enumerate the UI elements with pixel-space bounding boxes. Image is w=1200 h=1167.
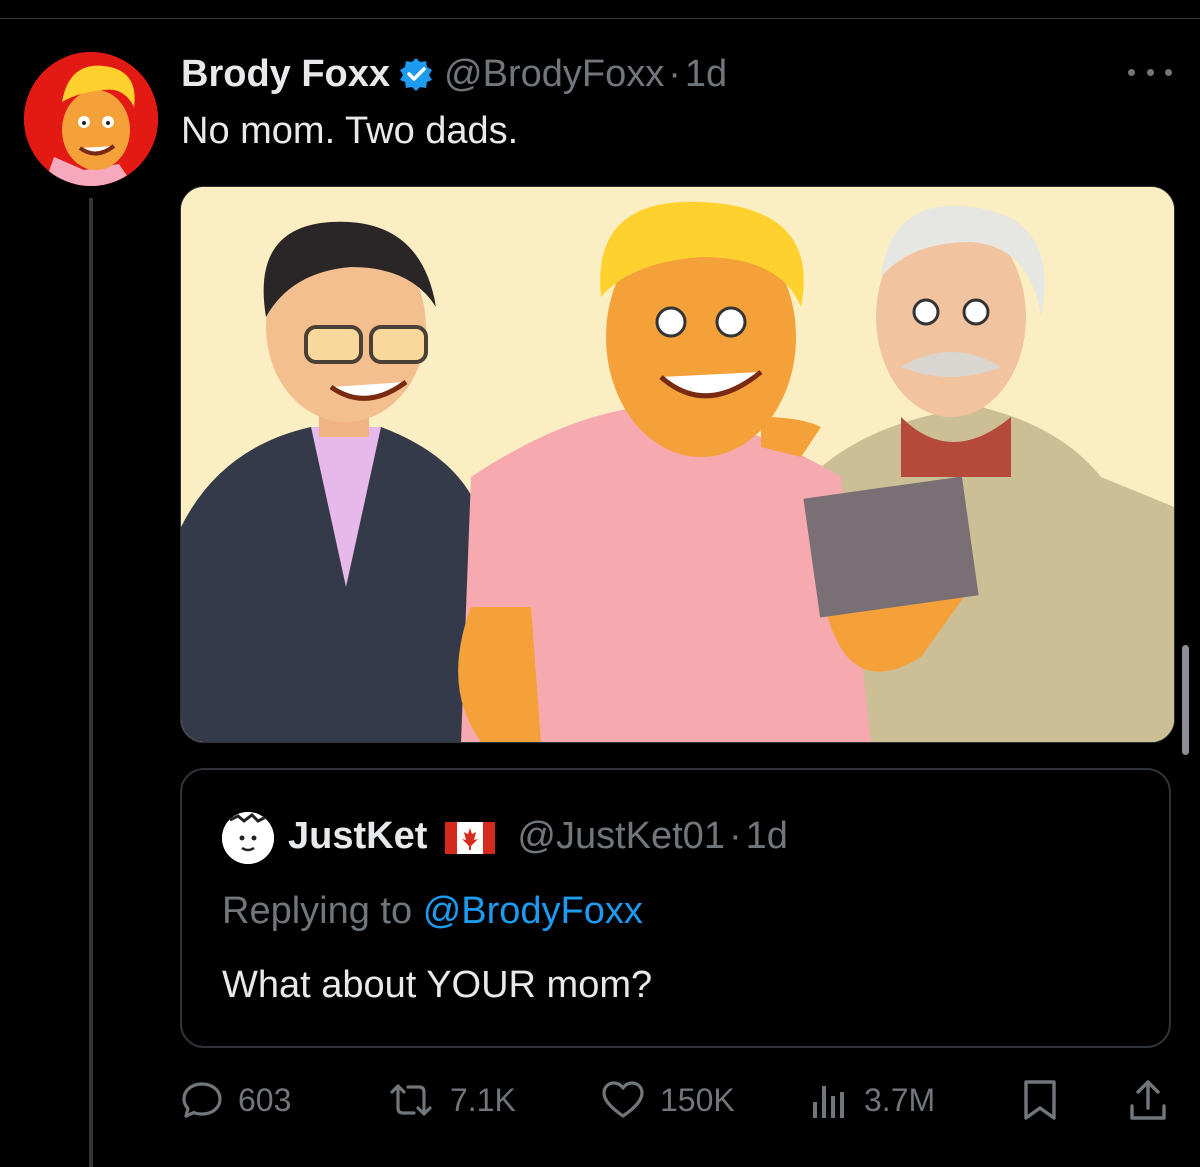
bookmark-icon <box>1024 1080 1056 1120</box>
quoted-tweet-header: JustKet @JustKet01 · 1d <box>288 815 788 858</box>
like-count: 150K <box>660 1081 735 1118</box>
cartoon-illustration <box>181 187 1174 742</box>
reply-button[interactable]: 603 <box>180 1070 291 1130</box>
more-options-icon[interactable] <box>1128 60 1172 84</box>
replying-to-line: Replying to @BrodyFoxx <box>222 890 643 933</box>
canada-flag-icon <box>445 821 496 854</box>
avatar-illustration <box>24 52 158 186</box>
quoted-tweet-text: What about YOUR mom? <box>222 964 653 1006</box>
bookmark-button[interactable] <box>1020 1070 1074 1130</box>
views-bars-icon <box>813 1086 844 1118</box>
replying-to-label: Replying to <box>222 890 413 932</box>
verified-badge-icon <box>398 56 434 92</box>
heart-icon <box>602 1081 644 1118</box>
tweet-header: Brody Foxx @BrodyFoxx · 1d <box>181 52 727 96</box>
views-button[interactable]: 3.7M <box>810 1070 935 1130</box>
top-divider <box>0 18 1200 19</box>
views-count: 3.7M <box>864 1081 936 1118</box>
quoted-header-separator: · <box>728 815 742 857</box>
repost-count: 7.1K <box>450 1081 516 1118</box>
author-display-name[interactable]: Brody Foxx <box>181 53 390 96</box>
replying-to-mention[interactable]: @BrodyFoxx <box>423 890 643 932</box>
share-upload-icon <box>1130 1080 1166 1120</box>
repost-button[interactable]: 7.1K <box>386 1070 516 1130</box>
quoted-author-avatar[interactable] <box>222 812 274 864</box>
tweet-timestamp[interactable]: 1d <box>685 53 727 96</box>
author-avatar[interactable] <box>24 52 158 186</box>
share-button[interactable] <box>1128 1070 1182 1130</box>
tweet-text: No mom. Two dads. <box>181 110 519 152</box>
reply-bubble-icon <box>182 1082 222 1118</box>
tweet-media-image[interactable] <box>180 186 1175 743</box>
reply-count: 603 <box>238 1081 292 1118</box>
tweet-action-bar: 603 7.1K 150K 3.7M <box>180 1070 1170 1130</box>
quoted-tweet-timestamp[interactable]: 1d <box>746 815 788 858</box>
quoted-author-display-name[interactable]: JustKet <box>288 815 427 858</box>
scrollbar-thumb[interactable] <box>1182 645 1189 755</box>
quoted-author-handle[interactable]: @JustKet01 <box>517 815 725 858</box>
quoted-tweet-card[interactable]: JustKet @JustKet01 · 1d Replying to @Bro… <box>180 768 1171 1048</box>
header-separator: · <box>668 52 681 95</box>
like-button[interactable]: 150K <box>600 1070 735 1130</box>
repost-arrows-icon <box>390 1084 432 1116</box>
author-handle[interactable]: @BrodyFoxx <box>444 53 664 96</box>
thread-line <box>89 198 93 1167</box>
